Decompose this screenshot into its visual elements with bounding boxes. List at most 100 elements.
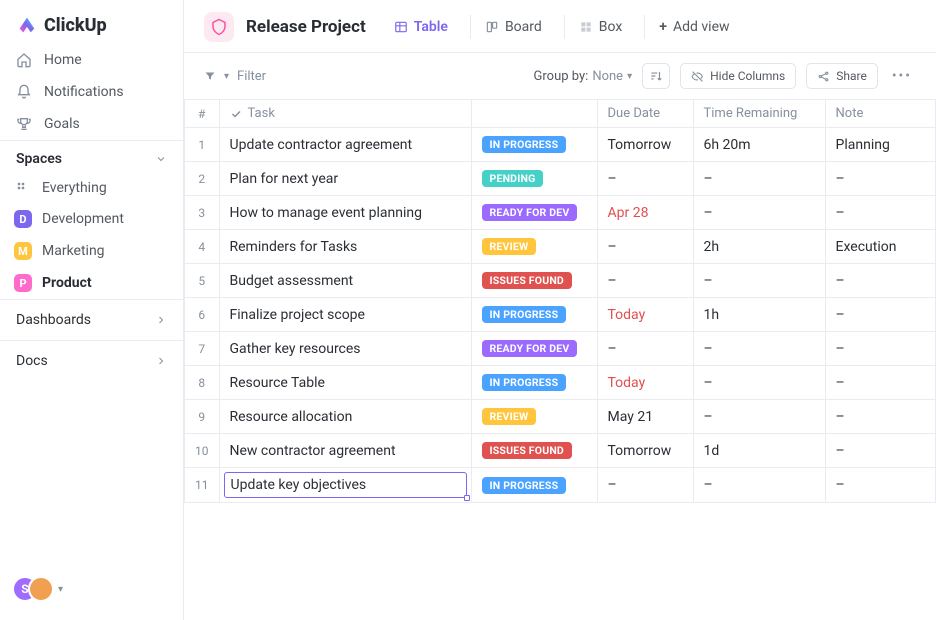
time-remaining-cell[interactable]: – bbox=[693, 400, 825, 434]
due-date-cell[interactable]: May 21 bbox=[597, 400, 693, 434]
status-pill[interactable]: PENDING bbox=[482, 170, 544, 187]
due-date-cell[interactable]: Today bbox=[597, 366, 693, 400]
avatar[interactable] bbox=[28, 576, 54, 602]
task-name: Resource Table bbox=[230, 375, 325, 391]
hide-columns-button[interactable]: Hide Columns bbox=[680, 63, 796, 89]
nav-home[interactable]: Home bbox=[0, 44, 183, 76]
sort-button[interactable] bbox=[642, 63, 670, 89]
note-cell[interactable]: Planning bbox=[825, 128, 936, 162]
note-cell[interactable]: Execution bbox=[825, 230, 936, 264]
task-name: New contractor agreement bbox=[230, 443, 396, 459]
table-row[interactable]: 7 Gather key resources READY FOR DEV – –… bbox=[185, 332, 936, 366]
table-row[interactable]: 8 Resource Table IN PROGRESS Today – – bbox=[185, 366, 936, 400]
task-name: Reminders for Tasks bbox=[230, 239, 358, 255]
due-date-cell[interactable]: – bbox=[597, 230, 693, 264]
note-cell[interactable]: – bbox=[825, 298, 936, 332]
status-pill[interactable]: IN PROGRESS bbox=[482, 306, 567, 323]
table-row[interactable]: 3 How to manage event planning READY FOR… bbox=[185, 196, 936, 230]
note-cell[interactable]: – bbox=[825, 366, 936, 400]
time-remaining-cell[interactable]: – bbox=[693, 332, 825, 366]
col-header-num[interactable]: # bbox=[185, 100, 220, 128]
status-pill[interactable]: ISSUES FOUND bbox=[482, 442, 572, 459]
view-tab-box-label: Box bbox=[599, 19, 623, 35]
time-remaining-cell[interactable]: 6h 20m bbox=[693, 128, 825, 162]
time-remaining-cell[interactable]: – bbox=[693, 468, 825, 503]
view-tab-board[interactable]: Board bbox=[470, 15, 550, 39]
time-remaining-cell[interactable]: – bbox=[693, 366, 825, 400]
due-date-cell[interactable]: – bbox=[597, 468, 693, 503]
nav-goals[interactable]: Goals bbox=[0, 108, 183, 140]
table-row[interactable]: 1 Update contractor agreement IN PROGRES… bbox=[185, 128, 936, 162]
brand-logo[interactable]: ClickUp bbox=[0, 0, 183, 44]
due-date-cell[interactable]: Tomorrow bbox=[597, 128, 693, 162]
filter-button[interactable]: ▾ Filter bbox=[204, 69, 266, 84]
space-item[interactable]: MMarketing bbox=[0, 235, 183, 267]
due-date-cell[interactable]: – bbox=[597, 332, 693, 366]
time-remaining-cell[interactable]: 1d bbox=[693, 434, 825, 468]
sidebar-docs-label: Docs bbox=[16, 353, 48, 369]
note-cell[interactable]: – bbox=[825, 162, 936, 196]
status-pill[interactable]: READY FOR DEV bbox=[482, 340, 578, 357]
space-item[interactable]: PProduct bbox=[0, 267, 183, 299]
spaces-header[interactable]: Spaces bbox=[0, 140, 183, 173]
due-date-cell[interactable]: – bbox=[597, 162, 693, 196]
note-cell[interactable]: – bbox=[825, 434, 936, 468]
status-pill[interactable]: READY FOR DEV bbox=[482, 204, 578, 221]
col-header-due[interactable]: Due Date bbox=[597, 100, 693, 128]
board-icon bbox=[485, 20, 499, 34]
status-pill[interactable]: IN PROGRESS bbox=[482, 477, 567, 494]
table-row[interactable]: 10 New contractor agreement ISSUES FOUND… bbox=[185, 434, 936, 468]
view-tab-box[interactable]: Box bbox=[564, 15, 631, 39]
status-pill[interactable]: ISSUES FOUND bbox=[482, 272, 572, 289]
sidebar-docs[interactable]: Docs bbox=[0, 340, 183, 381]
col-header-note[interactable]: Note bbox=[825, 100, 936, 128]
table-row[interactable]: 11 Update key objectives IN PROGRESS – –… bbox=[185, 468, 936, 503]
view-tab-table[interactable]: Table bbox=[386, 15, 456, 39]
col-header-time[interactable]: Time Remaining bbox=[693, 100, 825, 128]
table-row[interactable]: 2 Plan for next year PENDING – – – bbox=[185, 162, 936, 196]
space-everything-label: Everything bbox=[42, 180, 107, 196]
note-cell[interactable]: – bbox=[825, 264, 936, 298]
status-pill[interactable]: REVIEW bbox=[482, 238, 537, 255]
space-everything[interactable]: Everything bbox=[0, 173, 183, 203]
status-pill[interactable]: REVIEW bbox=[482, 408, 537, 425]
time-remaining-cell[interactable]: 1h bbox=[693, 298, 825, 332]
view-tab-add-label: Add view bbox=[673, 19, 730, 35]
group-by-selector[interactable]: Group by: None ▾ bbox=[534, 69, 633, 84]
more-menu[interactable]: ••• bbox=[888, 68, 916, 84]
space-item[interactable]: DDevelopment bbox=[0, 203, 183, 235]
brand-name: ClickUp bbox=[44, 15, 107, 36]
resize-handle[interactable] bbox=[464, 495, 470, 501]
chevron-right-icon bbox=[155, 355, 167, 367]
note-cell[interactable]: – bbox=[825, 468, 936, 503]
row-number: 2 bbox=[185, 162, 220, 196]
due-date-cell[interactable]: Apr 28 bbox=[597, 196, 693, 230]
sort-icon bbox=[649, 69, 663, 83]
time-remaining-cell[interactable]: 2h bbox=[693, 230, 825, 264]
time-remaining-cell[interactable]: – bbox=[693, 162, 825, 196]
view-tab-add[interactable]: + Add view bbox=[644, 15, 737, 39]
table-row[interactable]: 6 Finalize project scope IN PROGRESS Tod… bbox=[185, 298, 936, 332]
col-header-task[interactable]: Task bbox=[219, 100, 471, 128]
due-date-cell[interactable]: Tomorrow bbox=[597, 434, 693, 468]
row-number: 7 bbox=[185, 332, 220, 366]
avatar-stack[interactable]: S ▾ bbox=[12, 576, 63, 602]
table-row[interactable]: 4 Reminders for Tasks REVIEW – 2h Execut… bbox=[185, 230, 936, 264]
table-row[interactable]: 9 Resource allocation REVIEW May 21 – – bbox=[185, 400, 936, 434]
sidebar-dashboards[interactable]: Dashboards bbox=[0, 299, 183, 340]
status-pill[interactable]: IN PROGRESS bbox=[482, 136, 567, 153]
table-row[interactable]: 5 Budget assessment ISSUES FOUND – – – bbox=[185, 264, 936, 298]
share-button[interactable]: Share bbox=[806, 63, 878, 89]
task-name-editing[interactable]: Update key objectives bbox=[224, 472, 467, 498]
note-cell[interactable]: – bbox=[825, 400, 936, 434]
due-date-cell[interactable]: – bbox=[597, 264, 693, 298]
col-header-status[interactable] bbox=[471, 100, 597, 128]
due-date-cell[interactable]: Today bbox=[597, 298, 693, 332]
status-pill[interactable]: IN PROGRESS bbox=[482, 374, 567, 391]
row-number: 3 bbox=[185, 196, 220, 230]
note-cell[interactable]: – bbox=[825, 196, 936, 230]
time-remaining-cell[interactable]: – bbox=[693, 264, 825, 298]
note-cell[interactable]: – bbox=[825, 332, 936, 366]
nav-notifications[interactable]: Notifications bbox=[0, 76, 183, 108]
time-remaining-cell[interactable]: – bbox=[693, 196, 825, 230]
